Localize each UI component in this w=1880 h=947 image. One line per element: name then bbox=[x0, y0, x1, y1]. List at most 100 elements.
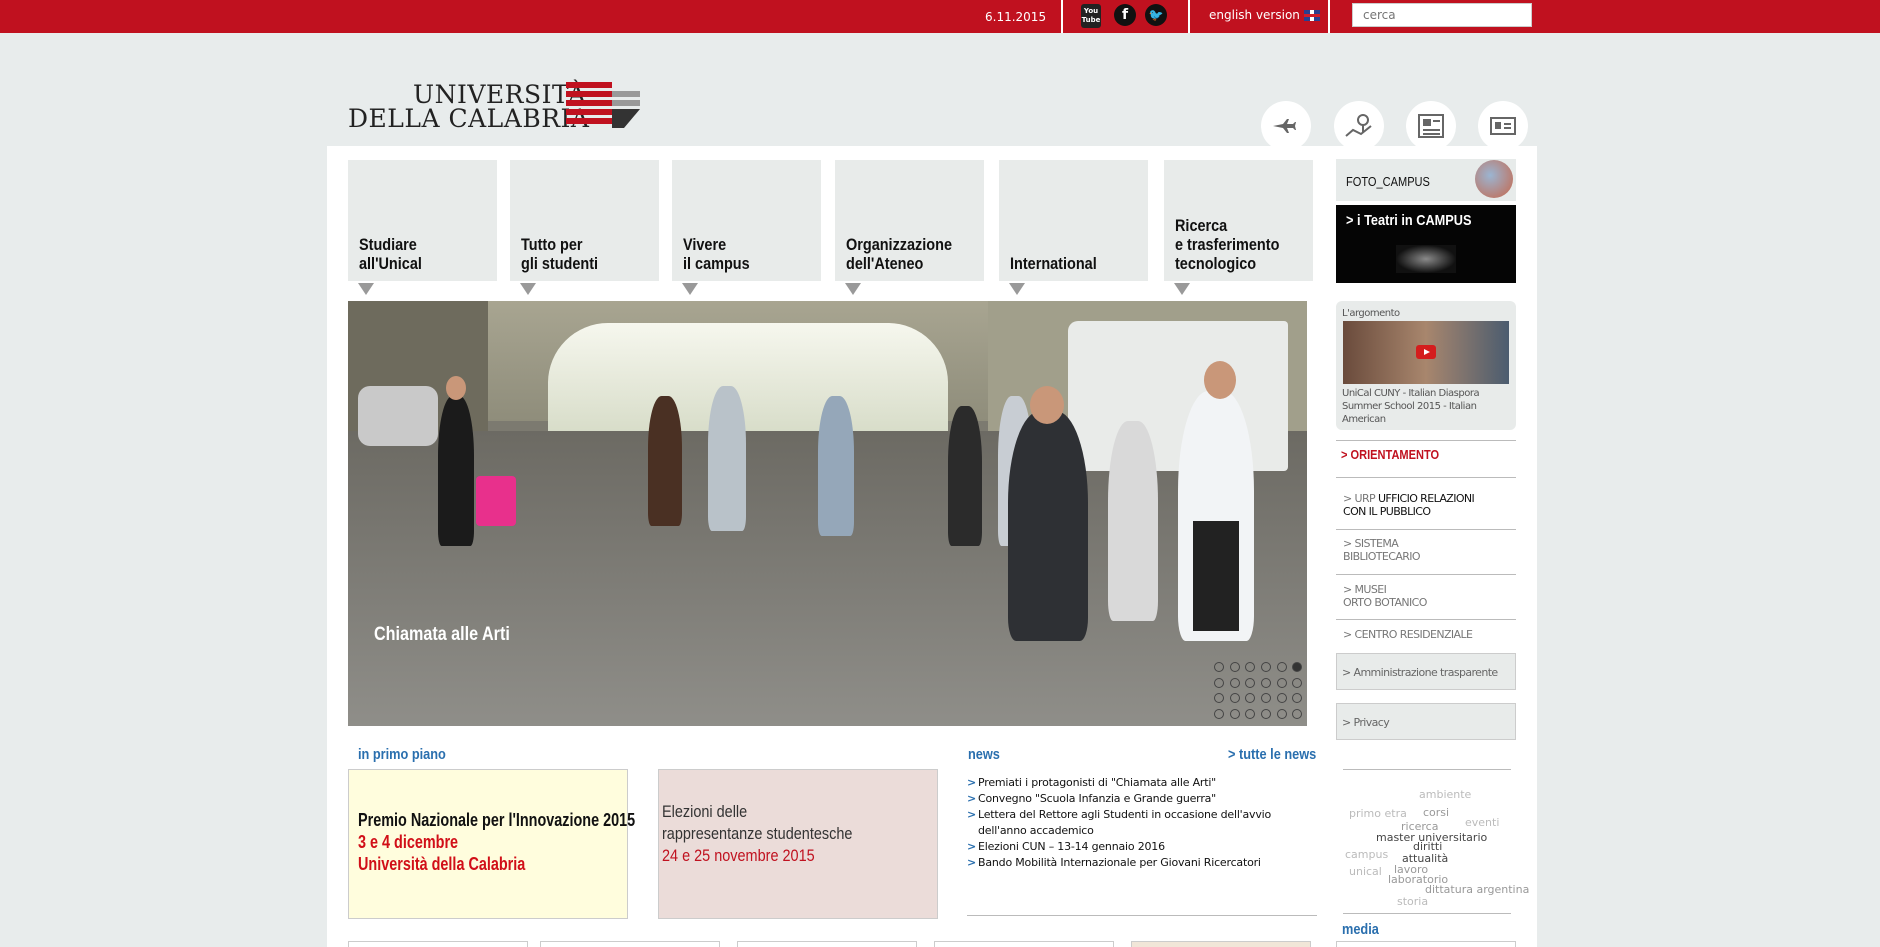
slide-dot[interactable] bbox=[1276, 693, 1287, 703]
premio-innovazione-card[interactable]: Premio Nazionale per l'Innovazione 2015 … bbox=[348, 769, 635, 919]
slide-dot[interactable] bbox=[1261, 677, 1272, 688]
nav-studiare[interactable]: Studiare all'Unical bbox=[348, 160, 497, 281]
youtube-icon[interactable]: You Tube bbox=[1081, 4, 1101, 28]
foto-campus-link[interactable]: FOTO_CAMPUS bbox=[1336, 159, 1516, 201]
slide-dot[interactable] bbox=[1261, 708, 1272, 719]
slide-dot[interactable] bbox=[1292, 708, 1303, 719]
newspaper-icon[interactable] bbox=[1406, 101, 1456, 151]
slide-dot[interactable] bbox=[1214, 677, 1224, 688]
nav-campus[interactable]: Vivere il campus bbox=[672, 160, 821, 281]
nav-label: Tutto per gli studenti bbox=[521, 235, 599, 273]
primo-piano-title: in primo piano bbox=[358, 746, 446, 763]
nav-label: Vivere il campus bbox=[683, 235, 750, 273]
slide-pagination[interactable] bbox=[1214, 662, 1304, 719]
sistema-bibliotecario-link[interactable]: > SISTEMA BIBLIOTECARIO bbox=[1343, 537, 1421, 563]
chevron-down-icon[interactable] bbox=[358, 283, 374, 295]
english-version-label: english version bbox=[1209, 8, 1300, 22]
bottom-card[interactable] bbox=[1336, 941, 1516, 947]
slide-dot[interactable] bbox=[1229, 693, 1240, 703]
play-icon[interactable] bbox=[1416, 345, 1436, 359]
bottom-card[interactable] bbox=[540, 941, 720, 947]
transport-icon[interactable] bbox=[1261, 101, 1311, 151]
nav-studenti[interactable]: Tutto per gli studenti bbox=[510, 160, 659, 281]
slide-dot[interactable] bbox=[1229, 677, 1240, 688]
privacy-button[interactable]: > Privacy bbox=[1336, 703, 1516, 740]
stage-image bbox=[1396, 245, 1456, 273]
bottom-card[interactable] bbox=[737, 941, 917, 947]
media-title: media bbox=[1342, 921, 1379, 938]
musei-link[interactable]: > MUSEI ORTO BOTANICO bbox=[1343, 583, 1427, 609]
slide-dot[interactable] bbox=[1276, 677, 1287, 688]
chevron-down-icon[interactable] bbox=[1174, 283, 1190, 295]
twitter-icon[interactable]: 🐦 bbox=[1145, 4, 1167, 26]
slide-caption[interactable]: Chiamata alle Arti bbox=[374, 624, 510, 646]
tag-link[interactable]: campus bbox=[1345, 848, 1388, 861]
slide-dot[interactable] bbox=[1292, 693, 1303, 703]
uk-flag-icon bbox=[1303, 9, 1320, 21]
top-bar: 6.11.2015 You Tube f 🐦 english version bbox=[0, 0, 1880, 33]
chevron-down-icon[interactable] bbox=[1009, 283, 1025, 295]
slide-dot[interactable] bbox=[1261, 693, 1272, 703]
slide-dot[interactable] bbox=[1292, 662, 1303, 672]
nav-international[interactable]: International bbox=[999, 160, 1148, 281]
search-input[interactable] bbox=[1352, 3, 1532, 27]
bottom-card[interactable] bbox=[934, 941, 1114, 947]
id-card-icon[interactable] bbox=[1478, 101, 1528, 151]
card-date: 24 e 25 novembre 2015 bbox=[662, 846, 815, 865]
chevron-down-icon[interactable] bbox=[845, 283, 861, 295]
orientamento-link[interactable]: > ORIENTAMENTO bbox=[1341, 447, 1439, 462]
slide-dot[interactable] bbox=[1261, 662, 1272, 672]
university-logo[interactable]: UNIVERSITÀ DELLA CALABRIA bbox=[348, 78, 643, 133]
all-news-link[interactable]: > tutte le news bbox=[1228, 746, 1316, 763]
news-title: news bbox=[968, 746, 1000, 763]
chevron-down-icon[interactable] bbox=[682, 283, 698, 295]
centro-residenziale-link[interactable]: > CENTRO RESIDENZIALE bbox=[1343, 628, 1473, 641]
slide-dot[interactable] bbox=[1229, 662, 1240, 672]
divider bbox=[1061, 0, 1063, 33]
slide-dot[interactable] bbox=[1214, 693, 1224, 703]
news-item[interactable]: Convegno "Scuola Infanzia e Grande guerr… bbox=[967, 791, 1317, 807]
news-item[interactable]: Premiati i protagonisti di "Chiamata all… bbox=[967, 775, 1317, 791]
facebook-icon[interactable]: f bbox=[1114, 4, 1136, 26]
nav-organizzazione[interactable]: Organizzazione dell'Ateneo bbox=[835, 160, 984, 281]
tag-link[interactable]: eventi bbox=[1465, 816, 1499, 829]
logo-mark-icon bbox=[566, 82, 640, 128]
bottom-card[interactable] bbox=[348, 941, 528, 947]
tag-link[interactable]: corsi bbox=[1423, 806, 1449, 819]
tag-link[interactable]: primo etra bbox=[1349, 807, 1407, 820]
bottom-card[interactable] bbox=[1131, 941, 1311, 947]
news-item[interactable]: Lettera del Rettore agli Studenti in occ… bbox=[967, 807, 1317, 839]
hero-slideshow[interactable]: Chiamata alle Arti bbox=[348, 301, 1307, 726]
slide-dot[interactable] bbox=[1245, 662, 1256, 672]
argomento-description[interactable]: UniCal CUNY - Italian Diaspora Summer Sc… bbox=[1342, 387, 1510, 426]
slide-dot[interactable] bbox=[1276, 662, 1287, 672]
tag-link[interactable]: storia bbox=[1397, 895, 1428, 908]
news-item[interactable]: Elezioni CUN – 13-14 gennaio 2016 bbox=[967, 839, 1317, 855]
amministrazione-trasparente-button[interactable]: > Amministrazione trasparente bbox=[1336, 653, 1516, 690]
card-place: Università della Calabria bbox=[358, 854, 526, 874]
slide-dot[interactable] bbox=[1245, 708, 1256, 719]
tag-link[interactable]: ambiente bbox=[1419, 788, 1471, 801]
card-date: 3 e 4 dicembre bbox=[358, 832, 459, 852]
nav-label: International bbox=[1010, 254, 1097, 273]
chevron-down-icon[interactable] bbox=[520, 283, 536, 295]
urp-link[interactable]: > URP UFFICIO RELAZIONI CON IL PUBBLICO bbox=[1343, 492, 1475, 518]
slide-dot[interactable] bbox=[1276, 708, 1287, 719]
video-thumbnail[interactable] bbox=[1343, 321, 1509, 384]
tag-link[interactable]: dittatura argentina bbox=[1425, 883, 1529, 896]
slide-dot[interactable] bbox=[1245, 693, 1256, 703]
slide-dot[interactable] bbox=[1214, 708, 1224, 719]
slide-dot[interactable] bbox=[1229, 708, 1240, 719]
english-version-link[interactable]: english version bbox=[1209, 8, 1320, 22]
nav-label: Ricerca e trasferimento tecnologico bbox=[1175, 216, 1280, 273]
slide-dot[interactable] bbox=[1214, 662, 1224, 672]
teatri-label: > i Teatri in CAMPUS bbox=[1346, 212, 1472, 229]
tag-link[interactable]: unical bbox=[1349, 865, 1382, 878]
teatri-banner[interactable]: > i Teatri in CAMPUS bbox=[1336, 205, 1516, 283]
elezioni-card[interactable]: Elezioni delle rappresentanze studentesc… bbox=[658, 769, 938, 919]
nav-ricerca[interactable]: Ricerca e trasferimento tecnologico bbox=[1164, 160, 1313, 281]
slide-dot[interactable] bbox=[1245, 677, 1256, 688]
map-pin-icon[interactable] bbox=[1334, 101, 1384, 151]
slide-dot[interactable] bbox=[1292, 677, 1303, 688]
news-item[interactable]: Bando Mobilità Internazionale per Giovan… bbox=[967, 855, 1317, 871]
